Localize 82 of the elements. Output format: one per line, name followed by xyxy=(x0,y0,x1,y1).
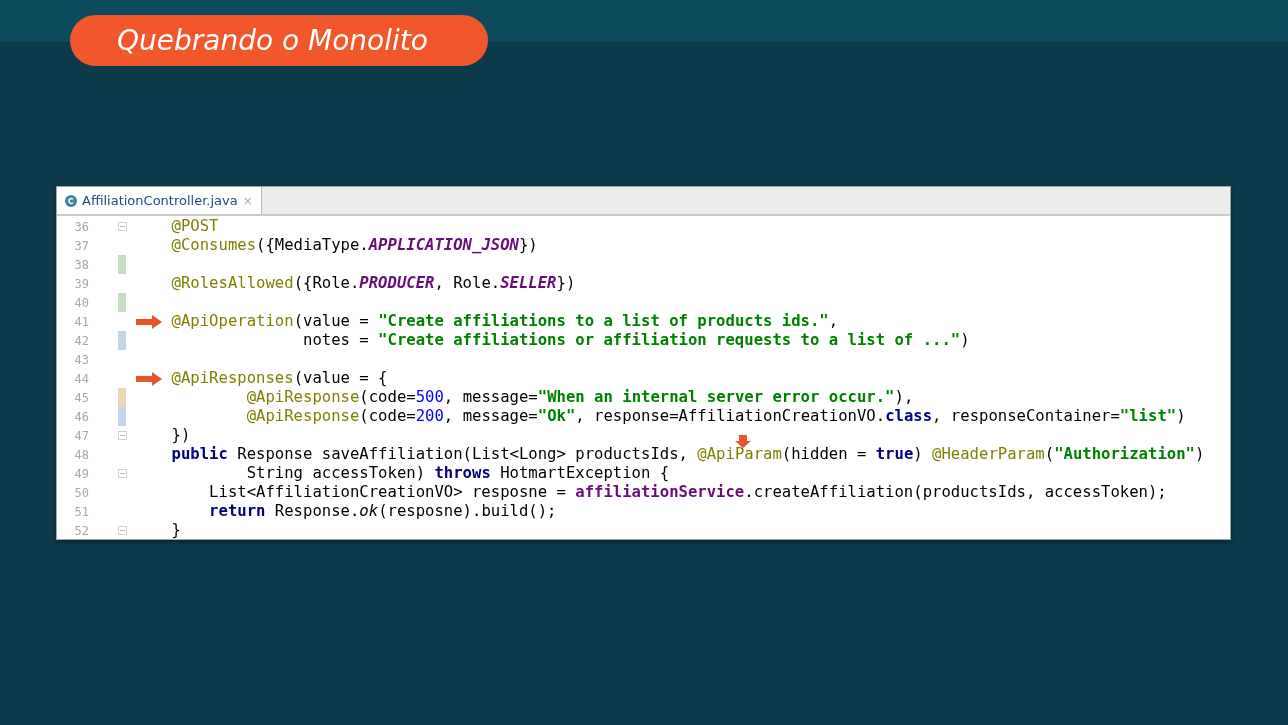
line-number: 47 xyxy=(73,428,89,443)
code-token: ) xyxy=(1176,407,1186,425)
code-token: @ApiResponses xyxy=(171,369,294,387)
slide-title: Quebrando o Monolito xyxy=(70,15,488,66)
line-number: 48 xyxy=(73,447,89,462)
code-token: 200 xyxy=(415,407,444,425)
code-token: }) xyxy=(171,426,191,444)
line-number: 50 xyxy=(73,485,89,500)
code-token: SELLER xyxy=(500,274,557,292)
code-token: List<AffiliationCreationVO> resposne = xyxy=(209,483,567,501)
code-token: @Consumes xyxy=(171,236,257,254)
code-token: , message= xyxy=(443,407,538,425)
code-token: @ApiResponse xyxy=(246,407,360,425)
code-token: ) xyxy=(913,445,924,463)
code-token: @HeaderParam xyxy=(932,445,1045,463)
code-token: @ApiResponse xyxy=(246,388,360,406)
code-token: "Ok" xyxy=(537,407,576,425)
line-number: 36 xyxy=(73,219,89,234)
code-token: "list" xyxy=(1119,407,1177,425)
code-token: throws xyxy=(434,464,491,482)
code-token: (resposne).build(); xyxy=(378,502,557,520)
line-number: 43 xyxy=(73,352,89,367)
code-token: class xyxy=(885,407,933,425)
code-token: ( xyxy=(1044,445,1055,463)
code-token: , response=AffiliationCreationVO. xyxy=(575,407,886,425)
code-token: , Role. xyxy=(434,274,501,292)
code-token: @ApiOperation xyxy=(171,312,294,330)
code-token: PRODUCER xyxy=(359,274,435,292)
line-number: 38 xyxy=(73,257,89,272)
code-token: @ApiParam xyxy=(697,445,782,463)
code-token: ok xyxy=(359,502,379,520)
code-token: return xyxy=(209,502,266,520)
code-token: , xyxy=(828,312,839,330)
code-token: } xyxy=(171,521,181,539)
code-token: }) xyxy=(518,236,538,254)
code-token: (value = xyxy=(293,312,370,330)
line-number: 51 xyxy=(73,504,89,519)
code-token: notes = xyxy=(303,331,370,349)
line-number: 40 xyxy=(73,295,89,310)
code-token: Response saveAffiliation(List<Long> productsIds, xyxy=(236,445,689,463)
line-number: 42 xyxy=(73,333,89,348)
code-token: 500 xyxy=(415,388,444,406)
code-token: (code= xyxy=(359,407,416,425)
line-number: 44 xyxy=(73,371,89,386)
code-token: Response. xyxy=(273,502,360,520)
code-token: public xyxy=(171,445,228,463)
code-token: String accessToken) xyxy=(246,464,427,482)
line-number: 52 xyxy=(73,523,89,538)
code-token: ) xyxy=(1194,445,1205,463)
code-token: true xyxy=(875,445,914,463)
code-token: .createAffiliation(productsIds, accessToken); xyxy=(744,483,1167,501)
code-token: ({MediaType. xyxy=(256,236,369,254)
code-token: }) xyxy=(556,274,576,292)
code-token: affiliationService xyxy=(575,483,745,501)
code-token: @RolesAllowed xyxy=(171,274,294,292)
code-token: , responseContainer= xyxy=(932,407,1120,425)
code-token: "Create affiliations or affiliation requests to a list of ..." xyxy=(378,331,961,349)
class-icon xyxy=(65,194,77,207)
code-token: , message= xyxy=(443,388,538,406)
line-number: 49 xyxy=(73,466,89,481)
line-number: 45 xyxy=(73,390,89,405)
code-token: APPLICATION_JSON xyxy=(368,236,519,254)
fold-icon[interactable] xyxy=(118,469,127,478)
code-token: @POST xyxy=(171,217,219,235)
fold-icon[interactable] xyxy=(118,431,127,440)
file-tab[interactable]: AffiliationController.java × xyxy=(57,187,262,214)
code-token: (code= xyxy=(359,388,416,406)
code-token: HotmartException { xyxy=(499,464,670,482)
line-number: 39 xyxy=(73,276,89,291)
line-number: 37 xyxy=(73,238,89,253)
line-number: 41 xyxy=(73,314,89,329)
fold-icon[interactable] xyxy=(118,526,127,535)
fold-icon[interactable] xyxy=(118,222,127,231)
code-token: (value = { xyxy=(293,369,388,387)
code-token: "Create affiliations to a list of products ids." xyxy=(378,312,829,330)
code-token: "When an internal server error occur." xyxy=(537,388,895,406)
code-token: "Authorization" xyxy=(1054,445,1195,463)
code-token: ({Role. xyxy=(293,274,360,292)
code-token: (hidden = xyxy=(781,445,868,463)
code-token: ) xyxy=(960,331,970,349)
line-number: 46 xyxy=(73,409,89,424)
code-token: ), xyxy=(894,388,914,406)
